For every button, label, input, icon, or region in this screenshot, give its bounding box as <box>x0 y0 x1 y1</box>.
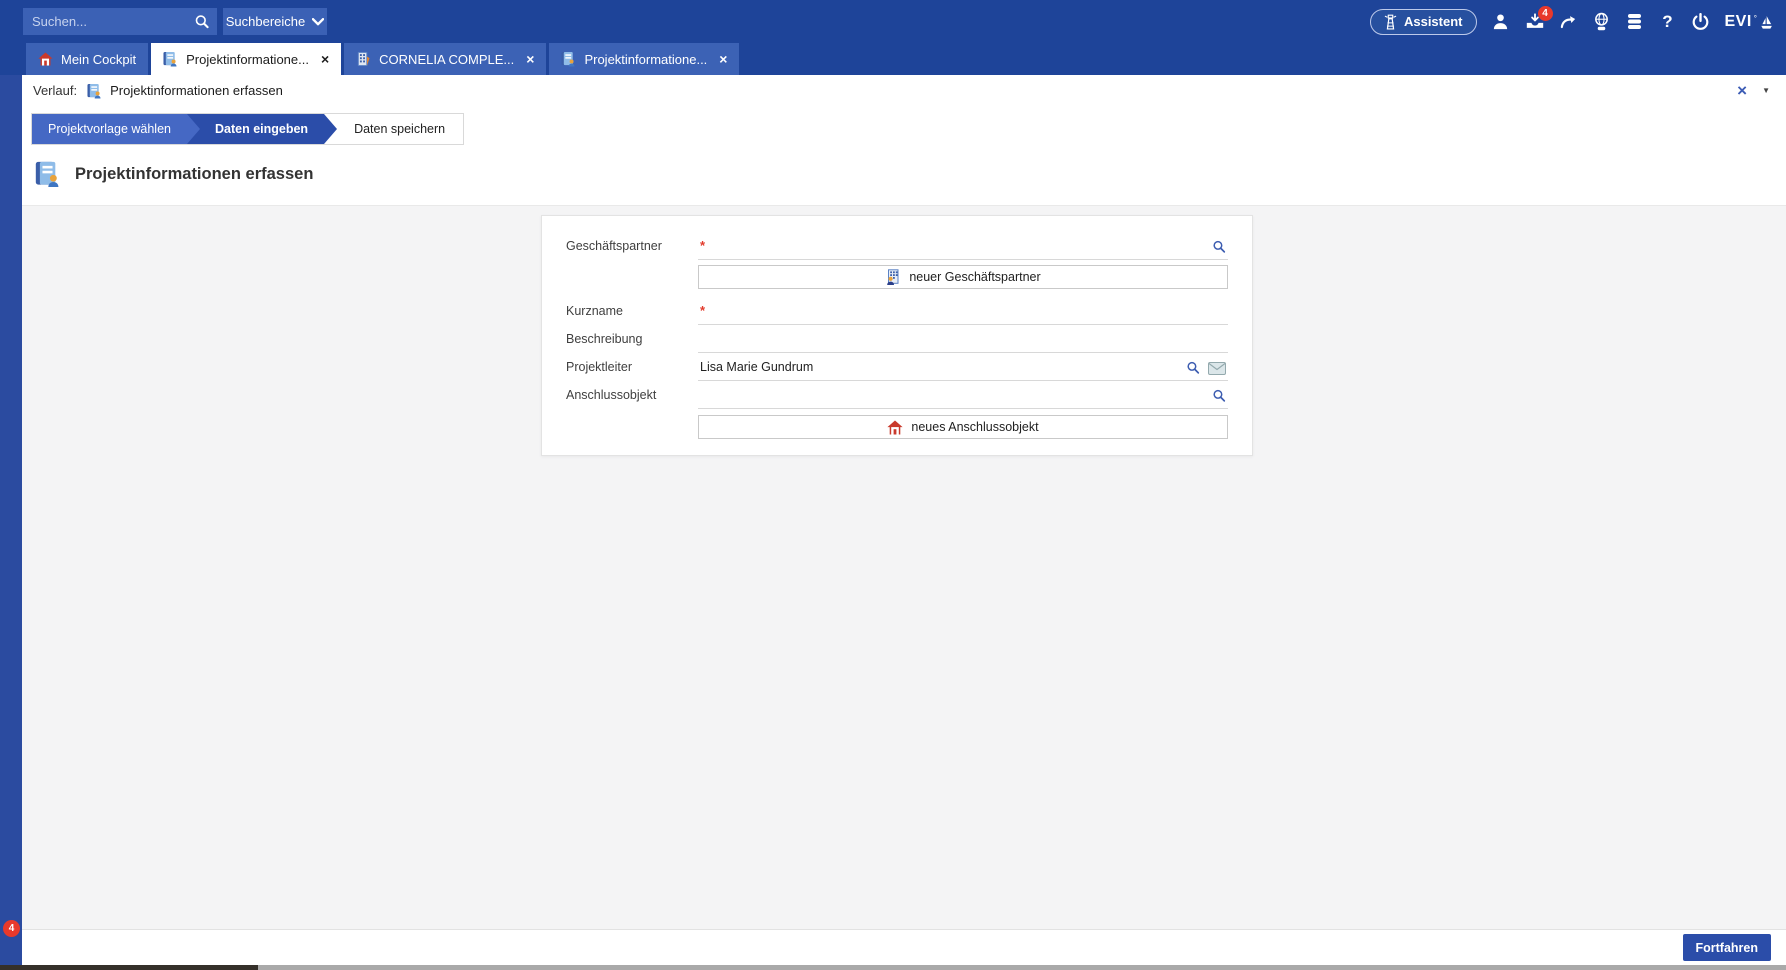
tab-mein-cockpit[interactable]: Mein Cockpit <box>26 43 149 75</box>
projektleiter-input[interactable] <box>700 359 1226 374</box>
inbox-icon[interactable]: 4 <box>1525 6 1553 30</box>
sidebar-collapsed-strip: > <box>0 43 22 965</box>
field-label-anschlussobjekt: Anschlussobjekt <box>566 388 657 402</box>
workspace: Verlauf: Projektinformationen erfassen ×… <box>22 75 1786 929</box>
bottom-notification-badge[interactable]: 4 <box>3 920 20 937</box>
project-document-icon <box>87 83 102 99</box>
tab-close-icon[interactable]: × <box>321 52 329 66</box>
field-label-projektleiter: Projektleiter <box>566 360 632 374</box>
tab-label: Projektinformatione... <box>186 51 309 67</box>
bottom-screen-edge <box>0 965 1786 970</box>
power-icon[interactable] <box>1692 13 1710 30</box>
project-document-icon <box>561 51 576 67</box>
globe-user-icon[interactable] <box>1593 12 1611 31</box>
building-icon <box>356 51 371 67</box>
field-projektleiter[interactable] <box>698 353 1228 381</box>
wizard-step-projektvorlage[interactable]: Projektvorlage wählen <box>32 114 200 144</box>
house-icon <box>887 420 904 435</box>
sailboat-icon <box>1759 13 1773 30</box>
search-icon[interactable] <box>194 14 210 30</box>
mail-icon[interactable] <box>1208 361 1226 375</box>
wizard-steps-bar: Projektvorlage wählen Daten eingeben Dat… <box>22 106 1786 154</box>
tab-label: Projektinformatione... <box>584 51 708 67</box>
close-view-icon[interactable]: × <box>1737 82 1747 99</box>
redo-arrow-icon[interactable] <box>1560 14 1578 29</box>
brand-mark: ° <box>1753 13 1757 23</box>
field-anschlussobjekt[interactable] <box>698 381 1228 409</box>
new-anschlussobjekt-label: neues Anschlussobjekt <box>911 420 1039 434</box>
search-lookup-icon[interactable] <box>1212 240 1226 254</box>
tab-close-icon[interactable]: × <box>526 52 534 66</box>
field-beschreibung[interactable] <box>698 325 1228 353</box>
anschlussobjekt-input[interactable] <box>700 387 1226 402</box>
home-icon <box>38 52 53 66</box>
tab-label: Mein Cockpit <box>61 51 137 67</box>
wizard-step-daten-eingeben[interactable]: Daten eingeben <box>187 114 338 144</box>
page-header: Projektinformationen erfassen <box>22 154 1786 202</box>
search-input[interactable] <box>32 14 194 29</box>
notification-badge: 4 <box>1537 6 1553 21</box>
history-label: Verlauf: <box>33 83 78 98</box>
project-form-card: Geschäftspartner * neuer Geschäftspartne… <box>541 215 1253 456</box>
brand-text: EVI <box>1724 12 1752 30</box>
new-geschaeftspartner-button[interactable]: neuer Geschäftspartner <box>698 265 1228 289</box>
field-label-kurzname: Kurzname <box>566 304 623 318</box>
search-lookup-icon[interactable] <box>1212 389 1226 403</box>
search-lookup-icon[interactable] <box>1186 361 1200 375</box>
field-label-geschaeftspartner: Geschäftspartner <box>566 239 662 253</box>
field-kurzname[interactable]: * <box>698 297 1228 325</box>
wizard: Projektvorlage wählen Daten eingeben Dat… <box>31 113 465 145</box>
search-scope-label: Suchbereiche <box>225 14 306 29</box>
tab-cornelia[interactable]: CORNELIA COMPLE... × <box>344 43 547 75</box>
project-document-icon <box>163 51 178 67</box>
history-entry[interactable]: Projektinformationen erfassen <box>87 83 283 99</box>
user-icon[interactable] <box>1492 13 1510 30</box>
caret-down-icon[interactable]: ▼ <box>1762 86 1770 95</box>
top-bar: Suchbereiche Assistent 4 <box>0 0 1786 43</box>
business-partner-icon <box>885 269 901 285</box>
continue-button[interactable]: Fortfahren <box>1682 934 1771 961</box>
tab-close-icon[interactable]: × <box>719 52 727 66</box>
tab-bar: Mein Cockpit Projektinformatione... × CO… <box>0 43 1786 75</box>
wizard-step-daten-speichern[interactable]: Daten speichern <box>324 114 464 144</box>
application-window: Suchbereiche Assistent 4 <box>0 0 1786 970</box>
kurzname-input[interactable] <box>710 303 1226 318</box>
brand-logo: EVI ° <box>1725 13 1774 31</box>
global-search-box[interactable] <box>23 8 217 35</box>
topbar-actions: Assistent 4 ? EVI ° <box>1369 6 1786 35</box>
tab-label: CORNELIA COMPLE... <box>379 51 515 67</box>
lighthouse-icon <box>1384 13 1397 30</box>
field-geschaeftspartner[interactable]: * <box>698 232 1228 260</box>
chevron-down-icon <box>312 17 325 26</box>
project-document-icon <box>35 160 61 188</box>
history-bar: Verlauf: Projektinformationen erfassen ×… <box>22 75 1786 106</box>
database-icon[interactable] <box>1626 13 1644 30</box>
beschreibung-input[interactable] <box>700 331 1226 346</box>
search-scope-dropdown[interactable]: Suchbereiche <box>223 8 327 35</box>
geschaeftspartner-input[interactable] <box>710 238 1226 253</box>
history-entry-label: Projektinformationen erfassen <box>110 83 283 98</box>
page-title: Projektinformationen erfassen <box>75 164 314 183</box>
help-icon[interactable]: ? <box>1659 12 1677 32</box>
assistant-label: Assistent <box>1403 14 1463 29</box>
content-area: Geschäftspartner * neuer Geschäftspartne… <box>22 205 1786 929</box>
assistant-button[interactable]: Assistent <box>1369 8 1477 35</box>
required-marker: * <box>700 303 706 318</box>
tab-projektinformationen-2[interactable]: Projektinformatione... × <box>549 43 740 75</box>
new-anschlussobjekt-button[interactable]: neues Anschlussobjekt <box>698 415 1228 439</box>
field-label-beschreibung: Beschreibung <box>566 332 643 346</box>
tab-projektinformationen-active[interactable]: Projektinformatione... × <box>151 43 342 75</box>
new-geschaeftspartner-label: neuer Geschäftspartner <box>909 270 1041 284</box>
required-marker: * <box>700 238 706 253</box>
footer-bar: Fortfahren <box>22 929 1786 965</box>
